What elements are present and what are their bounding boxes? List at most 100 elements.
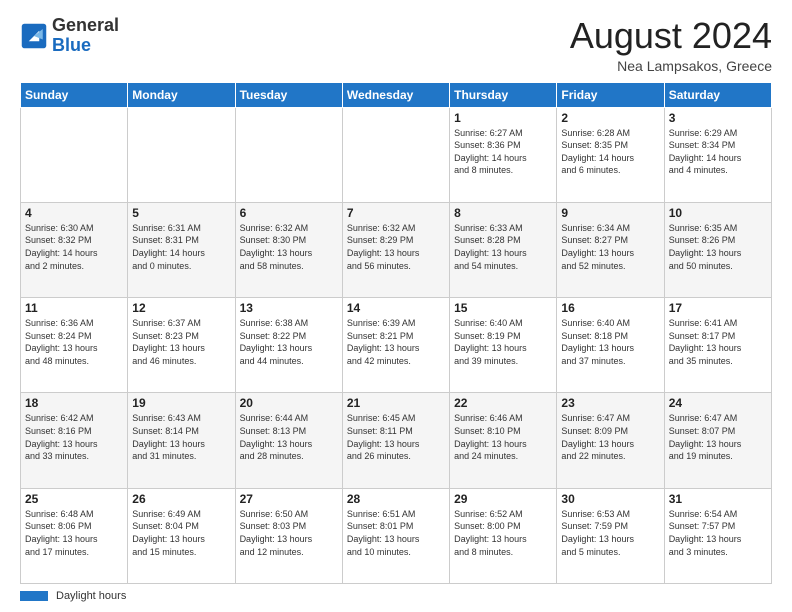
day-header-thursday: Thursday	[450, 82, 557, 107]
month-year: August 2024	[570, 16, 772, 56]
calendar-cell: 25 Sunrise: 6:48 AM Sunset: 8:06 PM Dayli…	[21, 488, 128, 583]
day-detail: Sunrise: 6:47 AM Sunset: 8:09 PM Dayligh…	[561, 412, 659, 462]
day-detail: Sunrise: 6:30 AM Sunset: 8:32 PM Dayligh…	[25, 222, 123, 272]
day-number: 3	[669, 111, 767, 125]
day-header-saturday: Saturday	[664, 82, 771, 107]
calendar-cell: 7Sunrise: 6:32 AM Sunset: 8:29 PM Daylig…	[342, 202, 449, 297]
calendar-cell: 28 Sunrise: 6:51 AM Sunset: 8:01 PM Dayli…	[342, 488, 449, 583]
day-header-wednesday: Wednesday	[342, 82, 449, 107]
footer: Daylight hours	[20, 590, 772, 602]
calendar-cell: 5 Sunrise: 6:31 AM Sunset: 8:31 PM Daylig…	[128, 202, 235, 297]
logo-general: General	[52, 15, 119, 35]
day-number: 25	[25, 492, 123, 506]
day-detail: Sunrise: 6:40 AM Sunset: 8:19 PM Dayligh…	[454, 317, 552, 367]
logo-blue: Blue	[52, 35, 91, 55]
week-row-5: 25 Sunrise: 6:48 AM Sunset: 8:06 PM Dayli…	[21, 488, 772, 583]
day-detail: Sunrise: 6:45 AM Sunset: 8:11 PM Dayligh…	[347, 412, 445, 462]
day-detail: Sunrise: 6:52 AM Sunset: 8:00 PM Dayligh…	[454, 508, 552, 558]
calendar-cell: 15 Sunrise: 6:40 AM Sunset: 8:19 PM Dayli…	[450, 298, 557, 393]
day-detail: Sunrise: 6:36 AM Sunset: 8:24 PM Dayligh…	[25, 317, 123, 367]
day-number: 8	[454, 206, 552, 220]
day-number: 28	[347, 492, 445, 506]
logo-text: General Blue	[52, 16, 119, 56]
calendar-cell: 9 Sunrise: 6:34 AM Sunset: 8:27 PM Daylig…	[557, 202, 664, 297]
calendar-cell: 18Sunrise: 6:42 AM Sunset: 8:16 PM Dayli…	[21, 393, 128, 488]
day-number: 9	[561, 206, 659, 220]
calendar-cell: 12 Sunrise: 6:37 AM Sunset: 8:23 PM Dayli…	[128, 298, 235, 393]
day-number: 4	[25, 206, 123, 220]
day-header-tuesday: Tuesday	[235, 82, 342, 107]
day-detail: Sunrise: 6:49 AM Sunset: 8:04 PM Dayligh…	[132, 508, 230, 558]
day-number: 6	[240, 206, 338, 220]
calendar-cell	[21, 107, 128, 202]
day-number: 17	[669, 301, 767, 315]
day-header-sunday: Sunday	[21, 82, 128, 107]
week-row-3: 11 Sunrise: 6:36 AM Sunset: 8:24 PM Dayli…	[21, 298, 772, 393]
day-detail: Sunrise: 6:41 AM Sunset: 8:17 PM Dayligh…	[669, 317, 767, 367]
day-number: 18	[25, 396, 123, 410]
calendar-cell: 21Sunrise: 6:45 AM Sunset: 8:11 PM Dayli…	[342, 393, 449, 488]
week-row-4: 18Sunrise: 6:42 AM Sunset: 8:16 PM Dayli…	[21, 393, 772, 488]
day-detail: Sunrise: 6:37 AM Sunset: 8:23 PM Dayligh…	[132, 317, 230, 367]
header: General Blue August 2024 Nea Lampsakos, …	[20, 16, 772, 74]
day-number: 14	[347, 301, 445, 315]
calendar-cell: 14Sunrise: 6:39 AM Sunset: 8:21 PM Dayli…	[342, 298, 449, 393]
calendar-table: SundayMondayTuesdayWednesdayThursdayFrid…	[20, 82, 772, 584]
title-area: August 2024 Nea Lampsakos, Greece	[570, 16, 772, 74]
calendar-cell: 16Sunrise: 6:40 AM Sunset: 8:18 PM Dayli…	[557, 298, 664, 393]
day-detail: Sunrise: 6:47 AM Sunset: 8:07 PM Dayligh…	[669, 412, 767, 462]
legend-color-box	[20, 591, 48, 601]
calendar-cell: 11 Sunrise: 6:36 AM Sunset: 8:24 PM Dayli…	[21, 298, 128, 393]
day-number: 10	[669, 206, 767, 220]
day-number: 15	[454, 301, 552, 315]
day-detail: Sunrise: 6:44 AM Sunset: 8:13 PM Dayligh…	[240, 412, 338, 462]
calendar-cell: 6 Sunrise: 6:32 AM Sunset: 8:30 PM Daylig…	[235, 202, 342, 297]
day-number: 24	[669, 396, 767, 410]
calendar-cell: 20 Sunrise: 6:44 AM Sunset: 8:13 PM Dayli…	[235, 393, 342, 488]
day-number: 12	[132, 301, 230, 315]
day-number: 16	[561, 301, 659, 315]
day-detail: Sunrise: 6:38 AM Sunset: 8:22 PM Dayligh…	[240, 317, 338, 367]
day-detail: Sunrise: 6:27 AM Sunset: 8:36 PM Dayligh…	[454, 127, 552, 177]
header-row: SundayMondayTuesdayWednesdayThursdayFrid…	[21, 82, 772, 107]
day-detail: Sunrise: 6:51 AM Sunset: 8:01 PM Dayligh…	[347, 508, 445, 558]
logo: General Blue	[20, 16, 119, 56]
day-number: 13	[240, 301, 338, 315]
day-number: 19	[132, 396, 230, 410]
day-detail: Sunrise: 6:54 AM Sunset: 7:57 PM Dayligh…	[669, 508, 767, 558]
day-number: 31	[669, 492, 767, 506]
week-row-1: 1 Sunrise: 6:27 AM Sunset: 8:36 PM Daylig…	[21, 107, 772, 202]
calendar-cell: 24 Sunrise: 6:47 AM Sunset: 8:07 PM Dayli…	[664, 393, 771, 488]
calendar-cell: 13 Sunrise: 6:38 AM Sunset: 8:22 PM Dayli…	[235, 298, 342, 393]
day-number: 29	[454, 492, 552, 506]
day-number: 2	[561, 111, 659, 125]
day-number: 23	[561, 396, 659, 410]
day-number: 5	[132, 206, 230, 220]
calendar-cell	[235, 107, 342, 202]
day-detail: Sunrise: 6:48 AM Sunset: 8:06 PM Dayligh…	[25, 508, 123, 558]
page: General Blue August 2024 Nea Lampsakos, …	[0, 0, 792, 612]
legend-label: Daylight hours	[56, 590, 126, 602]
day-detail: Sunrise: 6:34 AM Sunset: 8:27 PM Dayligh…	[561, 222, 659, 272]
logo-icon	[20, 22, 48, 50]
calendar-cell: 2Sunrise: 6:28 AM Sunset: 8:35 PM Daylig…	[557, 107, 664, 202]
location: Nea Lampsakos, Greece	[570, 58, 772, 74]
day-header-monday: Monday	[128, 82, 235, 107]
day-number: 1	[454, 111, 552, 125]
calendar-cell: 27Sunrise: 6:50 AM Sunset: 8:03 PM Dayli…	[235, 488, 342, 583]
calendar-cell: 8 Sunrise: 6:33 AM Sunset: 8:28 PM Daylig…	[450, 202, 557, 297]
day-detail: Sunrise: 6:35 AM Sunset: 8:26 PM Dayligh…	[669, 222, 767, 272]
day-detail: Sunrise: 6:53 AM Sunset: 7:59 PM Dayligh…	[561, 508, 659, 558]
day-number: 27	[240, 492, 338, 506]
week-row-2: 4 Sunrise: 6:30 AM Sunset: 8:32 PM Daylig…	[21, 202, 772, 297]
day-number: 20	[240, 396, 338, 410]
calendar-cell: 22Sunrise: 6:46 AM Sunset: 8:10 PM Dayli…	[450, 393, 557, 488]
day-detail: Sunrise: 6:31 AM Sunset: 8:31 PM Dayligh…	[132, 222, 230, 272]
day-number: 30	[561, 492, 659, 506]
calendar-cell	[128, 107, 235, 202]
calendar-cell: 19Sunrise: 6:43 AM Sunset: 8:14 PM Dayli…	[128, 393, 235, 488]
day-detail: Sunrise: 6:32 AM Sunset: 8:30 PM Dayligh…	[240, 222, 338, 272]
day-detail: Sunrise: 6:33 AM Sunset: 8:28 PM Dayligh…	[454, 222, 552, 272]
calendar-cell: 29 Sunrise: 6:52 AM Sunset: 8:00 PM Dayli…	[450, 488, 557, 583]
day-number: 11	[25, 301, 123, 315]
